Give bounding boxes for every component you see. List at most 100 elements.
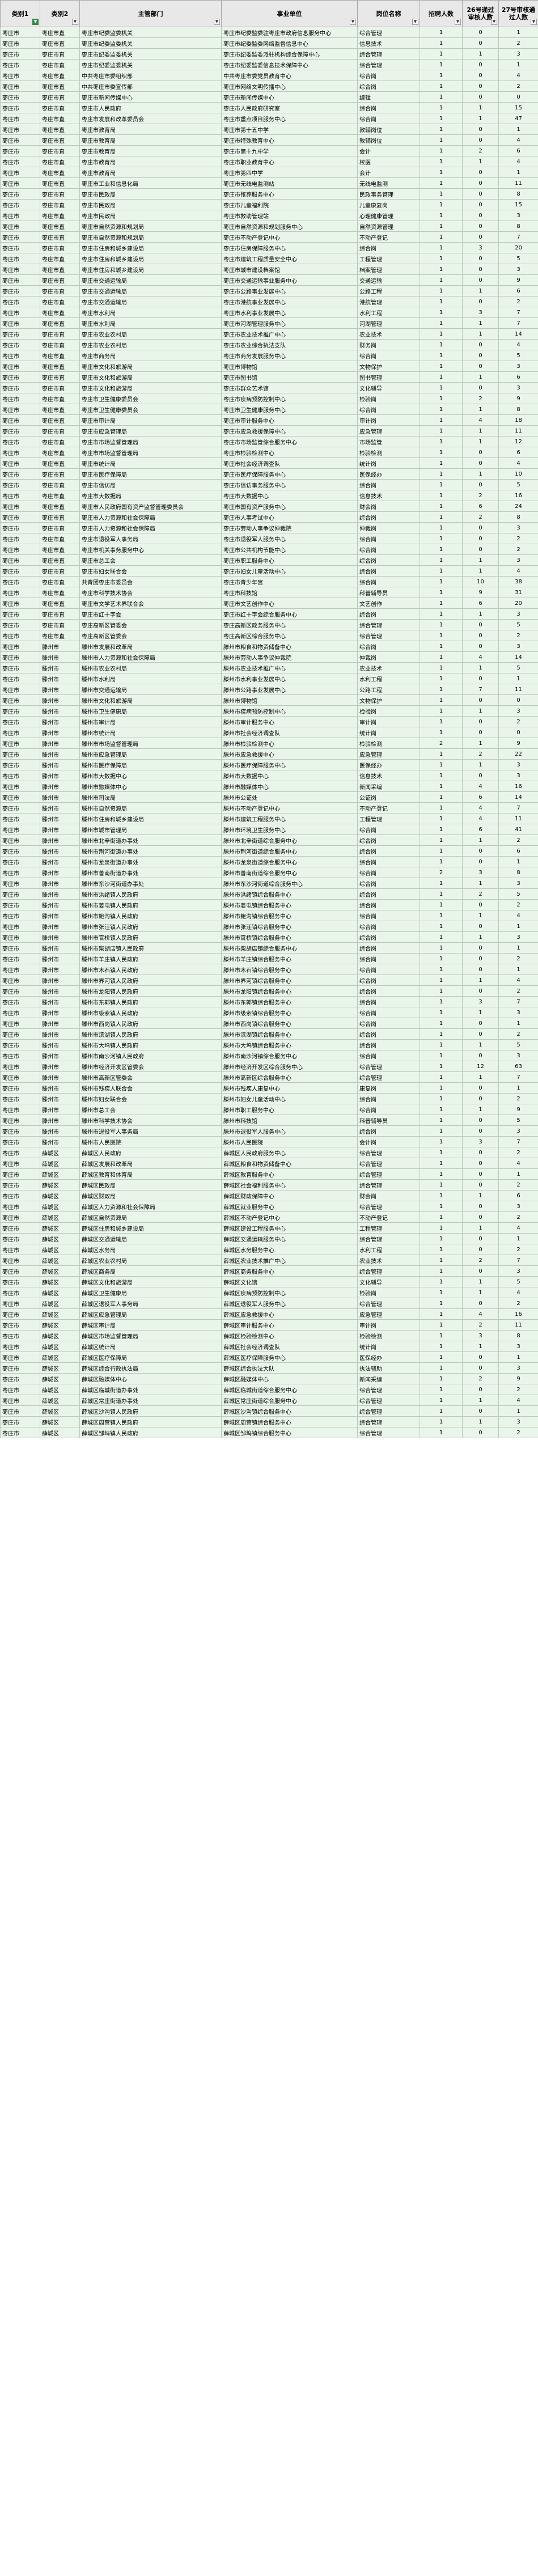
cell-category1[interactable]: 枣庄市	[0, 856, 40, 867]
cell-department[interactable]: 枣庄市交通运输局	[79, 285, 222, 296]
cell-category2[interactable]: 滕州市	[40, 1061, 80, 1072]
cell-unit[interactable]: 薛城区综合执法大队	[221, 1362, 358, 1374]
filter-dropdown-icon[interactable]: ▼	[491, 19, 497, 25]
table-row[interactable]: 枣庄市 滕州市 滕州市住房和城乡建设局 滕州市建筑工程服务中心 工程管理 1 4 11	[0, 813, 538, 824]
cell-position[interactable]: 校医	[357, 156, 420, 167]
cell-quota[interactable]: 1	[420, 296, 463, 307]
cell-quota[interactable]: 1	[420, 1373, 463, 1384]
cell-approved-26[interactable]: 0	[462, 479, 499, 490]
cell-category1[interactable]: 枣庄市	[0, 1115, 40, 1126]
cell-approved-26[interactable]: 0	[462, 727, 499, 738]
cell-category1[interactable]: 枣庄市	[0, 339, 40, 350]
cell-position[interactable]: 综合岗	[357, 867, 420, 878]
filter-dropdown-icon[interactable]: ▼	[531, 19, 537, 25]
cell-approved-27[interactable]: 1	[498, 1351, 538, 1363]
cell-category2[interactable]: 滕州市	[40, 781, 80, 792]
cell-department[interactable]: 滕州市住房和城乡建设局	[79, 813, 222, 824]
cell-department[interactable]: 滕州市残疾人联合会	[79, 1082, 222, 1094]
table-row[interactable]: 枣庄市 滕州市 滕州市高新区管委会 滕州市高新区综合服务中心 综合管理 1 1 7	[0, 1071, 538, 1083]
cell-category2[interactable]: 滕州市	[40, 834, 80, 846]
cell-unit[interactable]: 滕州市农业技术推广中心	[221, 662, 358, 673]
cell-unit[interactable]: 枣庄市文艺创作中心	[221, 598, 358, 609]
cell-approved-27[interactable]: 47	[498, 113, 538, 124]
cell-category1[interactable]: 枣庄市	[0, 554, 40, 566]
cell-approved-27[interactable]: 3	[498, 931, 538, 943]
cell-category1[interactable]: 枣庄市	[0, 910, 40, 921]
column-header-quota[interactable]: 招聘人数 ▼	[420, 0, 463, 27]
cell-category1[interactable]: 枣庄市	[0, 576, 40, 587]
cell-department[interactable]: 滕州市级索镇人民政府	[79, 1007, 222, 1018]
cell-approved-26[interactable]: 0	[462, 1168, 499, 1180]
cell-category2[interactable]: 滕州市	[40, 1104, 80, 1115]
cell-quota[interactable]: 1	[420, 953, 463, 964]
cell-position[interactable]: 公路工程	[357, 684, 420, 695]
cell-quota[interactable]: 1	[420, 791, 463, 803]
cell-department[interactable]: 滕州市退役军人事务局	[79, 1125, 222, 1137]
cell-approved-27[interactable]: 5	[498, 662, 538, 673]
cell-approved-27[interactable]: 6	[498, 145, 538, 156]
cell-category2[interactable]: 薛城区	[40, 1319, 80, 1331]
table-row[interactable]: 枣庄市 枣庄市直 枣庄市卫生健康委员会 枣庄市疾病预防控制中心 检验岗 1 2 9	[0, 393, 538, 404]
cell-position[interactable]: 综合岗	[357, 404, 420, 415]
cell-quota[interactable]: 1	[420, 404, 463, 415]
cell-unit[interactable]: 滕州市北辛街道综合服务中心	[221, 834, 358, 846]
cell-quota[interactable]: 1	[420, 910, 463, 921]
table-row[interactable]: 枣庄市 滕州市 滕州市司法局 滕州市公证处 公证岗 1 6 14	[0, 791, 538, 803]
cell-quota[interactable]: 1	[420, 1179, 463, 1190]
cell-department[interactable]: 枣庄市医疗保障局	[79, 468, 222, 480]
cell-approved-27[interactable]: 11	[498, 813, 538, 824]
cell-approved-26[interactable]: 0	[462, 177, 499, 189]
cell-position[interactable]: 新闻采编	[357, 781, 420, 792]
cell-category2[interactable]: 滕州市	[40, 1018, 80, 1029]
cell-category2[interactable]: 枣庄市直	[40, 221, 80, 232]
cell-position[interactable]: 档案管理	[357, 264, 420, 275]
cell-approved-27[interactable]: 0	[498, 694, 538, 706]
cell-unit[interactable]: 枣庄市河湖管理服务中心	[221, 317, 358, 329]
cell-category1[interactable]: 枣庄市	[0, 1190, 40, 1201]
cell-approved-26[interactable]: 1	[462, 1071, 499, 1083]
cell-department[interactable]: 枣庄市文化和旅游局	[79, 382, 222, 393]
cell-position[interactable]: 自然资源管理	[357, 221, 420, 232]
cell-position[interactable]: 财会岗	[357, 1190, 420, 1201]
cell-category2[interactable]: 滕州市	[40, 867, 80, 878]
table-row[interactable]: 枣庄市 枣庄市直 枣庄市人力资源和社会保障局 枣庄市人事考试中心 综合岗 1 2 8	[0, 511, 538, 523]
cell-approved-26[interactable]: 0	[462, 1298, 499, 1309]
cell-quota[interactable]: 1	[420, 317, 463, 329]
cell-category2[interactable]: 枣庄市直	[40, 188, 80, 200]
table-row[interactable]: 枣庄市 枣庄市直 枣庄市文学艺术界联合会 枣庄市文艺创作中心 文艺创作 1 6 20	[0, 598, 538, 609]
table-row[interactable]: 枣庄市 薛城区 薛城区人力资源和社会保障局 薛城区就业服务中心 综合管理 1 0 3	[0, 1201, 538, 1212]
cell-quota[interactable]: 1	[420, 1351, 463, 1363]
cell-approved-26[interactable]: 3	[462, 242, 499, 253]
cell-approved-26[interactable]: 1	[462, 705, 499, 717]
cell-quota[interactable]: 1	[420, 899, 463, 910]
table-row[interactable]: 枣庄市 滕州市 滕州市洪绪镇人民政府 滕州市洪绪镇综合服务中心 综合岗 1 2 5	[0, 888, 538, 900]
cell-unit[interactable]: 滕州市大数据中心	[221, 770, 358, 781]
cell-quota[interactable]: 1	[420, 705, 463, 717]
cell-unit[interactable]: 滕州市审计服务中心	[221, 716, 358, 727]
cell-quota[interactable]: 1	[420, 1039, 463, 1050]
cell-approved-27[interactable]: 7	[498, 802, 538, 814]
cell-unit[interactable]: 薛城区粮食和物资储备中心	[221, 1158, 358, 1169]
cell-category1[interactable]: 枣庄市	[0, 113, 40, 124]
cell-category2[interactable]: 枣庄市直	[40, 177, 80, 189]
table-row[interactable]: 枣庄市 滕州市 滕州市融媒体中心 滕州市融媒体中心 新闻采编 1 4 16	[0, 781, 538, 792]
cell-quota[interactable]: 1	[420, 145, 463, 156]
cell-unit[interactable]: 枣庄市网络文明传播中心	[221, 80, 358, 92]
cell-category1[interactable]: 枣庄市	[0, 1222, 40, 1234]
cell-approved-27[interactable]: 2	[498, 899, 538, 910]
cell-quota[interactable]: 1	[420, 1147, 463, 1158]
cell-category1[interactable]: 枣庄市	[0, 1082, 40, 1094]
cell-category1[interactable]: 枣庄市	[0, 37, 40, 49]
cell-unit[interactable]: 枣庄市国有资产服务中心	[221, 501, 358, 512]
cell-department[interactable]: 滕州市洪绪镇人民政府	[79, 888, 222, 900]
cell-department[interactable]: 枣庄市农业农村局	[79, 339, 222, 350]
cell-quota[interactable]: 1	[420, 1287, 463, 1298]
cell-category2[interactable]: 滕州市	[40, 673, 80, 684]
cell-category2[interactable]: 枣庄市直	[40, 533, 80, 544]
cell-category1[interactable]: 枣庄市	[0, 221, 40, 232]
cell-approved-27[interactable]: 2	[498, 544, 538, 555]
cell-unit[interactable]: 枣庄市博物馆	[221, 361, 358, 372]
cell-approved-26[interactable]: 0	[462, 921, 499, 932]
cell-unit[interactable]: 枣庄市儿童福利院	[221, 199, 358, 210]
cell-unit[interactable]: 滕州市环境卫生服务中心	[221, 824, 358, 835]
